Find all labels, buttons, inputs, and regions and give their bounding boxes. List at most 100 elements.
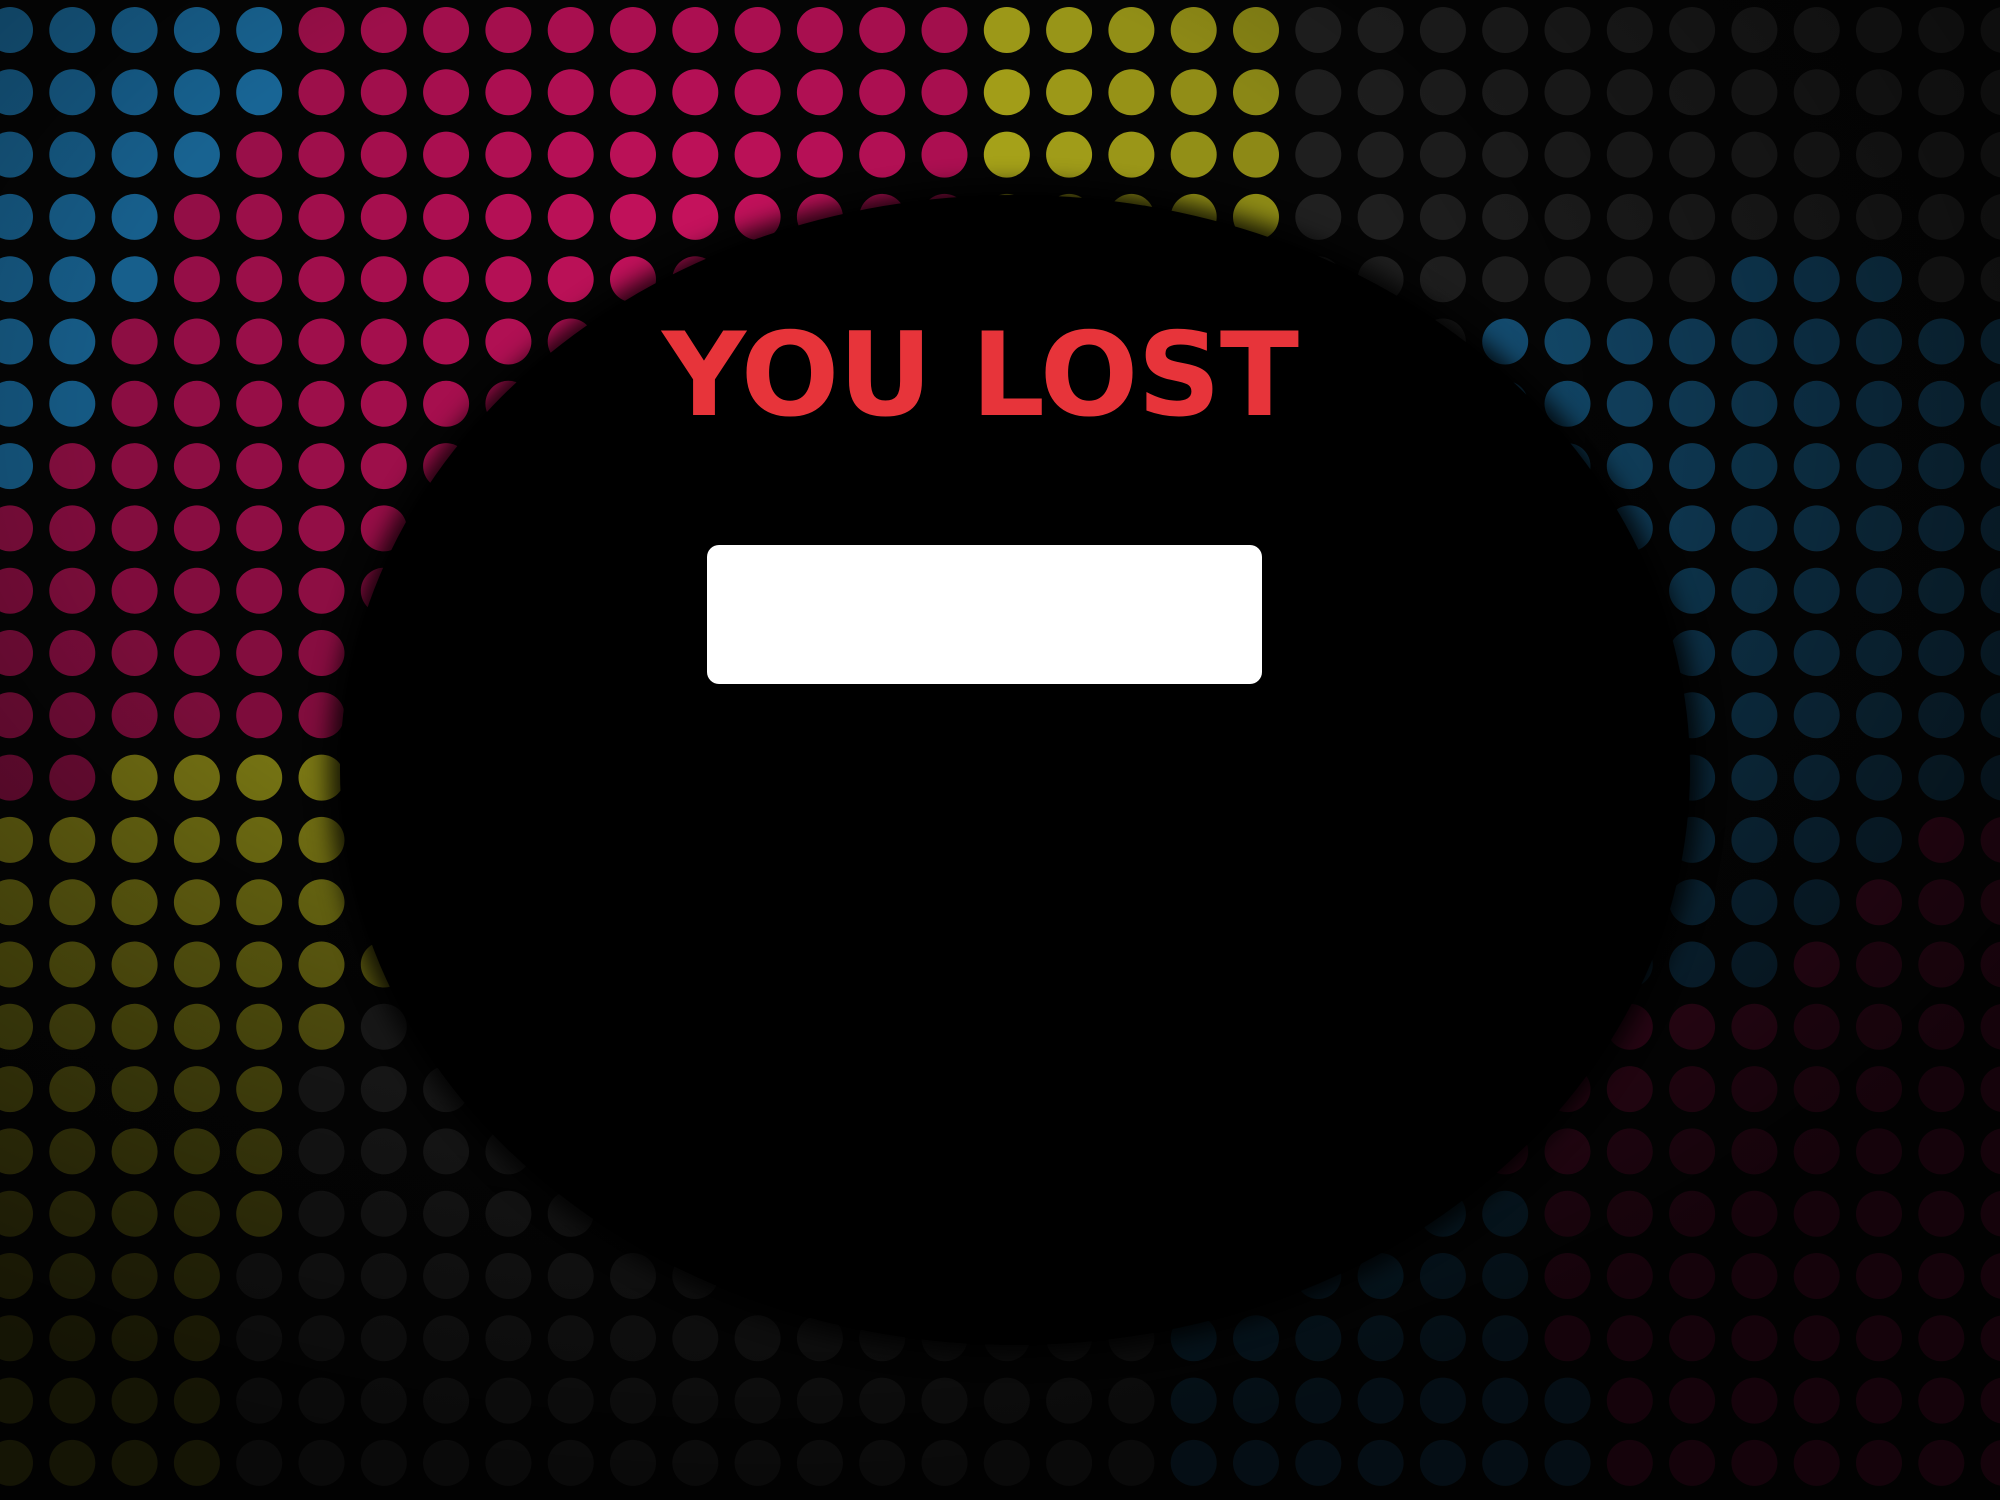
background-dot xyxy=(49,443,96,490)
background-dot xyxy=(672,69,719,116)
background-dot xyxy=(49,7,96,53)
background-dot xyxy=(1419,1377,1466,1424)
background-dot xyxy=(1544,69,1591,116)
background-dot xyxy=(111,754,158,801)
background-dot xyxy=(1918,380,1965,427)
background-dot xyxy=(236,567,283,614)
background-dot xyxy=(610,1439,656,1486)
background-dot xyxy=(111,193,158,240)
background-dot xyxy=(734,1315,781,1362)
background-dot xyxy=(547,256,594,303)
background-dot xyxy=(298,1128,345,1175)
background-dot xyxy=(49,380,96,427)
background-dot xyxy=(298,1377,345,1424)
background-dot xyxy=(1295,131,1342,178)
background-dot xyxy=(0,1377,33,1424)
background-dot xyxy=(1793,1253,1840,1299)
background-dot xyxy=(1606,1315,1653,1362)
background-dot xyxy=(423,1439,470,1486)
background-dot xyxy=(610,1377,656,1424)
background-dot xyxy=(672,193,719,240)
background-dot xyxy=(485,131,532,178)
background-dot xyxy=(1482,7,1529,53)
background-dot xyxy=(672,1315,719,1362)
background-dot xyxy=(796,7,843,53)
background-dot xyxy=(1544,1315,1591,1362)
background-dot xyxy=(1980,941,2000,988)
background-dot xyxy=(173,754,220,801)
background-dot xyxy=(1233,69,1279,116)
background-dot xyxy=(423,380,470,427)
background-dot xyxy=(1357,1315,1404,1362)
background-dot xyxy=(111,1253,158,1299)
background-dot xyxy=(360,193,407,240)
background-dot xyxy=(1482,1315,1529,1362)
background-dot xyxy=(921,69,968,116)
background-dot xyxy=(1856,505,1902,552)
background-dot xyxy=(1669,1066,1716,1113)
background-dot xyxy=(1731,193,1778,240)
background-dot xyxy=(1856,1190,1902,1237)
background-dot xyxy=(1544,131,1591,178)
background-dot xyxy=(298,567,345,614)
background-dot xyxy=(1793,131,1840,178)
background-dot xyxy=(111,1439,158,1486)
background-dot xyxy=(298,1066,345,1113)
background-dot xyxy=(1793,630,1840,676)
background-dot xyxy=(1606,193,1653,240)
background-dot xyxy=(1046,1439,1093,1486)
background-dot xyxy=(1918,318,1965,365)
background-dot xyxy=(1856,1377,1902,1424)
background-dot xyxy=(1669,380,1716,427)
background-dot xyxy=(236,443,283,490)
background-dot xyxy=(49,1003,96,1050)
background-dot xyxy=(1606,318,1653,365)
background-dot xyxy=(0,1439,33,1486)
background-dot xyxy=(173,131,220,178)
background-dot xyxy=(1856,1003,1902,1050)
background-dot xyxy=(1419,7,1466,53)
background-dot xyxy=(1793,1066,1840,1113)
background-dot xyxy=(49,754,96,801)
background-dot xyxy=(1918,567,1965,614)
background-dot xyxy=(173,1003,220,1050)
background-dot xyxy=(0,1128,33,1175)
player-name-input[interactable] xyxy=(707,545,1262,684)
background-dot xyxy=(1793,567,1840,614)
background-dot xyxy=(49,1190,96,1237)
background-dot xyxy=(1606,443,1653,490)
background-dot xyxy=(921,7,968,53)
background-dot xyxy=(1980,69,2000,116)
background-dot xyxy=(360,380,407,427)
background-dot xyxy=(734,1439,781,1486)
background-dot xyxy=(1108,1377,1155,1424)
background-dot xyxy=(1731,879,1778,926)
background-dot xyxy=(423,318,470,365)
background-dot xyxy=(1357,1439,1404,1486)
background-dot xyxy=(1419,1315,1466,1362)
background-dot xyxy=(1918,816,1965,863)
background-dot xyxy=(236,69,283,116)
background-dot xyxy=(49,1439,96,1486)
background-dot xyxy=(1669,443,1716,490)
background-dot xyxy=(173,1066,220,1113)
background-dot xyxy=(1482,1253,1529,1299)
background-dot xyxy=(1918,256,1965,303)
background-dot xyxy=(1731,131,1778,178)
background-dot xyxy=(485,1253,532,1299)
background-dot xyxy=(360,318,407,365)
background-dot xyxy=(1669,7,1716,53)
background-dot xyxy=(236,318,283,365)
background-dot xyxy=(983,131,1030,178)
background-dot xyxy=(236,1439,283,1486)
background-dot xyxy=(360,7,407,53)
background-dot xyxy=(298,69,345,116)
background-dot xyxy=(173,1439,220,1486)
background-dot xyxy=(1731,754,1778,801)
background-dot xyxy=(1793,443,1840,490)
background-dot xyxy=(1419,1253,1466,1299)
background-dot xyxy=(49,1315,96,1362)
background-dot xyxy=(0,1003,33,1050)
background-dot xyxy=(49,69,96,116)
background-dot xyxy=(1918,1066,1965,1113)
